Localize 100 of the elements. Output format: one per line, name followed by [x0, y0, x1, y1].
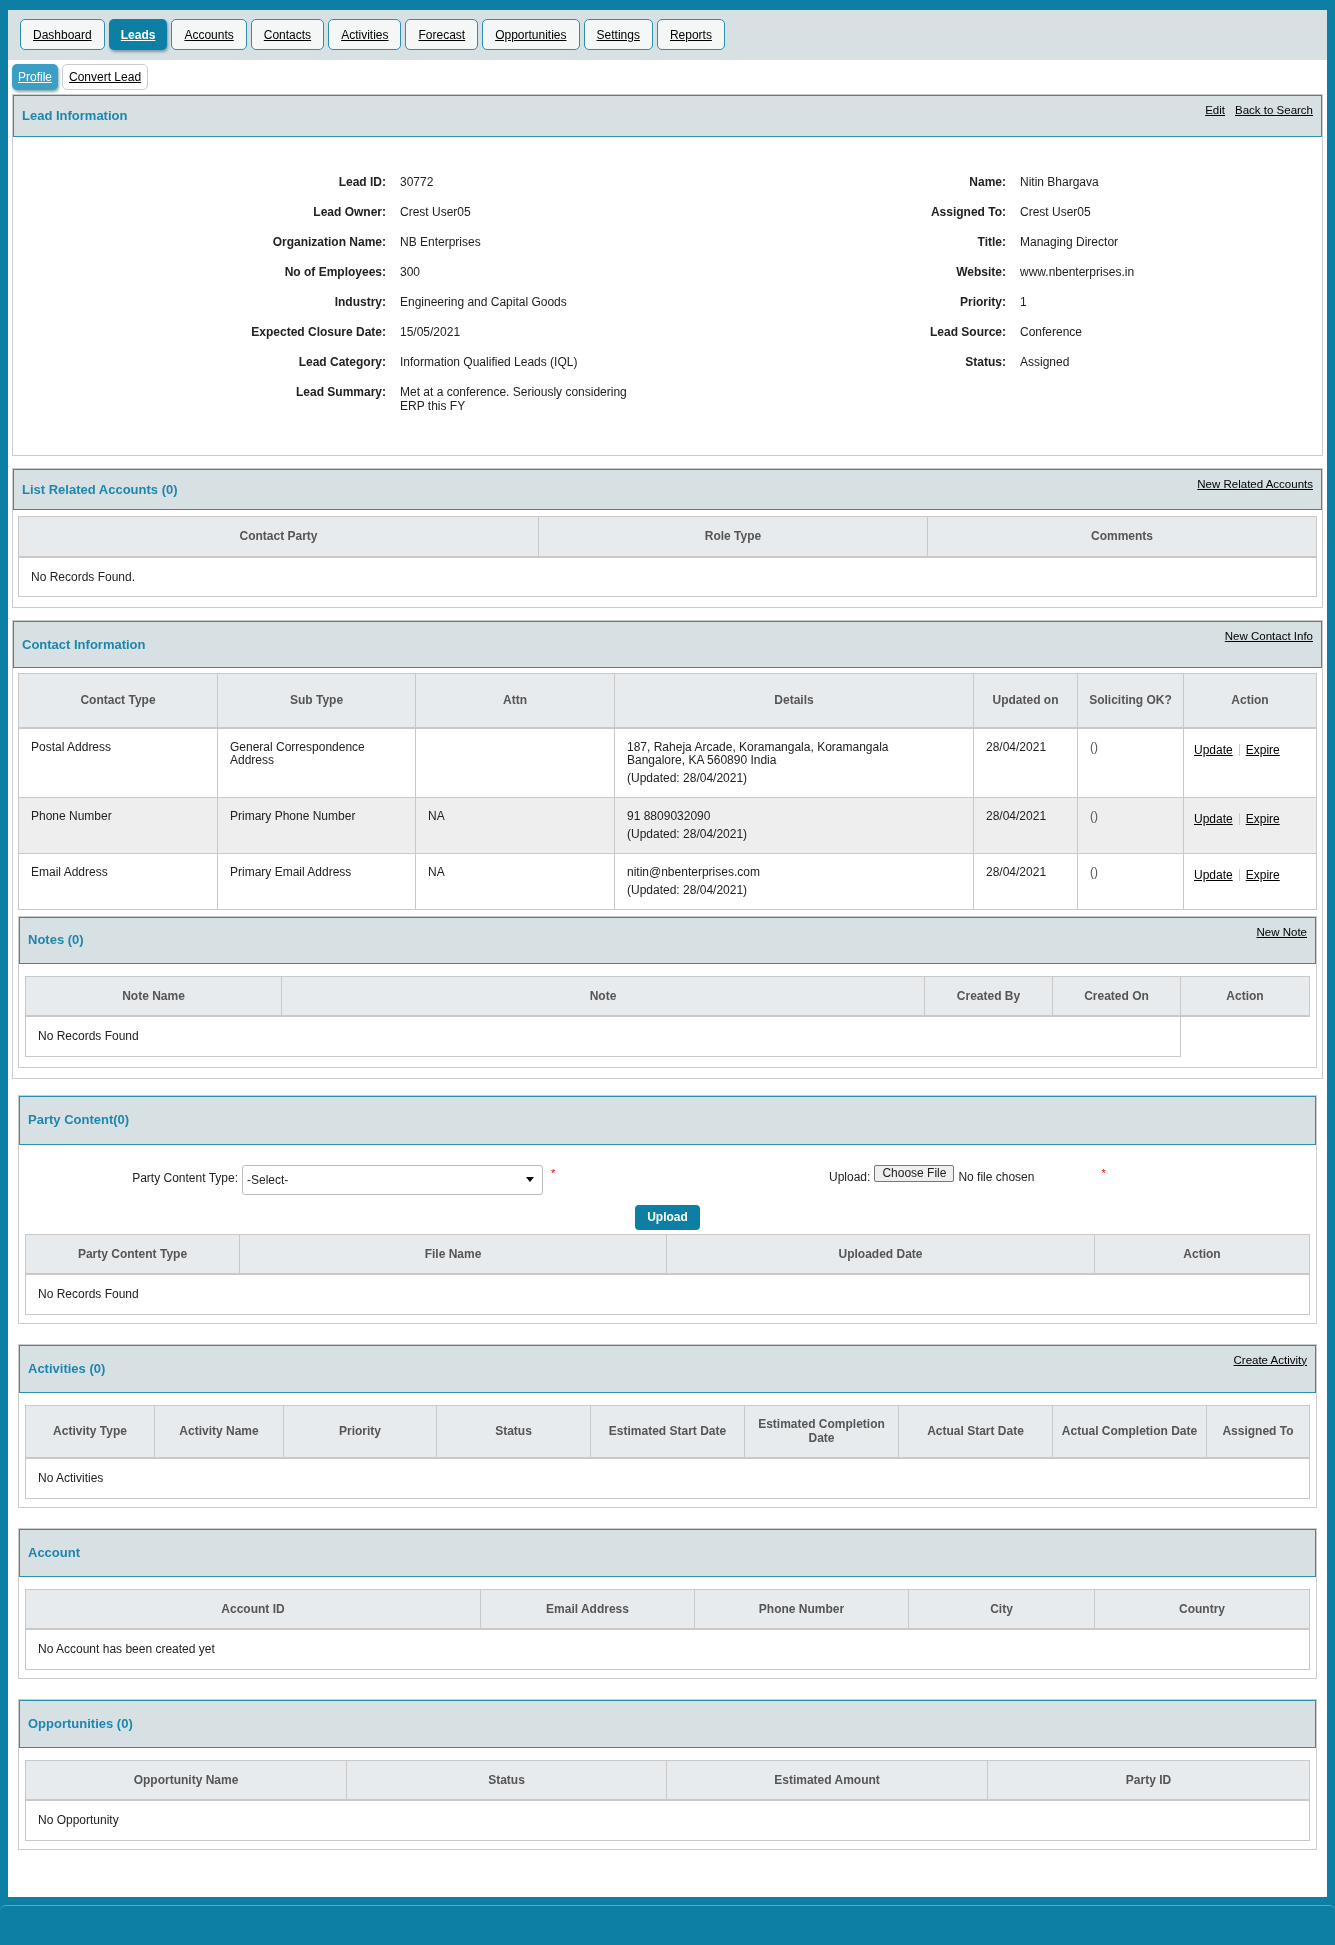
upload-button[interactable]: Upload [635, 1204, 700, 1230]
section-title: List Related Accounts (0) [22, 480, 178, 499]
field-value: 15/05/2021 [400, 325, 462, 339]
caret-icon [526, 1177, 534, 1182]
section-title: Lead Information [22, 107, 128, 126]
detail-text: (Updated: 28/04/2021) [627, 827, 748, 841]
empty-message: No Account has been created yet [25, 1629, 1310, 1669]
column-header: Activity Type [25, 1405, 155, 1458]
column-header: Estimated Completion Date [744, 1405, 899, 1458]
field-label: Expected Closure Date: [250, 325, 386, 339]
nav-tab[interactable]: Reports [656, 19, 725, 50]
field-value: Conference [1020, 325, 1084, 339]
field-label: Lead Owner: [312, 205, 386, 219]
action-link[interactable]: Update [1194, 865, 1233, 884]
attn-cell: NA [415, 853, 615, 909]
detail-text: nitin@nbenterprises.com [627, 865, 760, 879]
column-header: Updated on [973, 673, 1078, 728]
section-title: Account [28, 1543, 80, 1562]
sub-tab[interactable]: Convert Lead [62, 64, 149, 90]
field-label: Assigned To: [929, 205, 1006, 219]
field-label: Name: [968, 175, 1006, 189]
field-value: Engineering and Capital Goods [400, 295, 568, 309]
column-header: Estimated Amount [666, 1760, 988, 1800]
action-link[interactable]: Expire [1245, 865, 1280, 884]
column-header: Phone Number [694, 1589, 909, 1629]
column-header: Country [1094, 1589, 1310, 1629]
header-link[interactable]: New Related Accounts [1197, 476, 1313, 494]
nav-tab[interactable]: Activities [328, 19, 402, 50]
field-value: Managing Director [1020, 235, 1120, 249]
header-link[interactable]: New Note [1256, 923, 1307, 941]
field-label: Website: [955, 265, 1006, 279]
sub-type-cell: General Correspondence Address [217, 727, 416, 797]
field-label: Priority: [959, 295, 1006, 309]
nav-tab[interactable]: Forecast [405, 19, 479, 50]
detail-text: (Updated: 28/04/2021) [627, 771, 748, 785]
attn-cell: NA [415, 797, 615, 853]
nav-tab[interactable]: Accounts [171, 19, 247, 50]
column-header: Created By [924, 976, 1053, 1016]
header-link[interactable]: New Contact Info [1224, 628, 1313, 646]
column-header: File Name [239, 1234, 667, 1274]
header-link[interactable]: Create Activity [1233, 1351, 1307, 1369]
action-link[interactable]: Update [1194, 809, 1233, 828]
header-link[interactable]: Edit [1205, 102, 1225, 120]
empty-message: No Records Found [25, 1274, 1310, 1314]
column-header: Party ID [987, 1760, 1310, 1800]
section-title: Activities (0) [28, 1359, 106, 1378]
field-label: Industry: [333, 295, 386, 309]
section-title: Party Content(0) [28, 1111, 130, 1130]
column-header: Actual Start Date [898, 1405, 1053, 1458]
header-link[interactable]: Back to Search [1235, 102, 1313, 120]
field-label: No of Employees: [283, 265, 386, 279]
action-link[interactable]: Expire [1245, 809, 1280, 828]
detail-text: 187, Raheja Arcade, Koramangala, Koramangala Bangalore, KA 560890 India [627, 740, 890, 767]
field-label: Upload: [829, 1168, 872, 1186]
nav-tab[interactable]: Contacts [250, 19, 325, 50]
file-status: No file chosen [957, 1168, 1036, 1186]
column-header: Status [346, 1760, 667, 1800]
contact-type-cell: Email Address [18, 853, 218, 909]
column-header: Priority [283, 1405, 437, 1458]
detail-text: 91 8809032090 [627, 809, 711, 823]
soliciting-cell: () [1077, 853, 1184, 909]
field-value: Assigned [1020, 355, 1071, 369]
field-label: Lead Category: [297, 355, 386, 369]
field-value: 30772 [400, 175, 435, 189]
column-header: Attn [415, 673, 615, 728]
field-value: Crest User05 [400, 205, 472, 219]
field-label: Status: [964, 355, 1006, 369]
column-header: Created On [1052, 976, 1181, 1016]
column-header: City [908, 1589, 1095, 1629]
field-value: Nitin Bhargava [1020, 175, 1100, 189]
empty-message: No Activities [25, 1458, 1310, 1498]
nav-tab[interactable]: Settings [583, 19, 653, 50]
action-link[interactable]: Update [1194, 740, 1233, 759]
action-link[interactable]: Expire [1245, 740, 1280, 759]
empty-message: No Records Found [25, 1016, 1181, 1056]
date-cell: 28/04/2021 [973, 727, 1078, 797]
required-mark: * [551, 1165, 557, 1181]
required-mark: * [1101, 1165, 1106, 1181]
field-value: 300 [400, 265, 422, 279]
field-label: Organization Name: [271, 235, 386, 249]
column-header: Assigned To [1206, 1405, 1310, 1458]
empty-message: No Opportunity [25, 1800, 1310, 1840]
column-header: Account ID [25, 1589, 481, 1629]
content-type-select[interactable]: -Select- [242, 1164, 543, 1195]
column-header: Actual Completion Date [1052, 1405, 1207, 1458]
choose-file-button[interactable]: Choose File [874, 1164, 955, 1182]
column-header: Email Address [480, 1589, 695, 1629]
column-header: Party Content Type [25, 1234, 240, 1274]
nav-tab[interactable]: Leads [108, 19, 168, 50]
nav-tab[interactable]: Dashboard [20, 19, 105, 50]
column-header: Comments [927, 516, 1317, 557]
column-header: Activity Name [154, 1405, 284, 1458]
contact-type-cell: Postal Address [18, 727, 218, 797]
field-value: Met at a conference. Seriously considering ERP this FY [400, 385, 628, 413]
field-label: Lead Summary: [294, 385, 386, 401]
column-header: Role Type [538, 516, 928, 557]
field-label: Title: [976, 235, 1006, 249]
field-label: Party Content Type: [131, 1169, 239, 1187]
field-value: Crest User05 [1020, 205, 1092, 219]
nav-tab[interactable]: Opportunities [482, 19, 580, 50]
